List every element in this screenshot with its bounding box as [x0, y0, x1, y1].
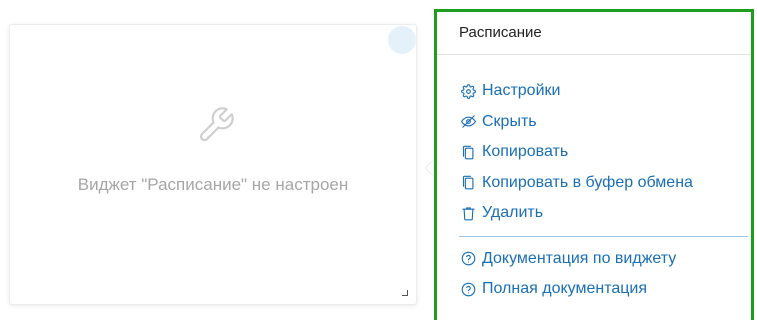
menu-item-delete[interactable]: Удалить	[437, 198, 751, 229]
menu-item-full-docs[interactable]: Полная документация	[437, 274, 751, 305]
menu-item-settings[interactable]: Настройки	[437, 76, 751, 107]
wrench-icon	[199, 107, 234, 142]
help-circle-icon	[460, 281, 476, 297]
menu-pointer-arrow	[426, 160, 434, 176]
menu-item-widget-docs[interactable]: Документация по виджету	[437, 244, 751, 275]
menu-item-copy-to-clipboard[interactable]: Копировать в буфер обмена	[437, 168, 751, 199]
menu-item-label: Скрыть	[482, 112, 537, 130]
menu-item-label: Документация по виджету	[482, 249, 677, 267]
trash-icon	[460, 205, 476, 221]
menu-title: Расписание	[437, 12, 751, 55]
menu-item-copy[interactable]: Копировать	[437, 137, 751, 168]
help-circle-icon	[460, 251, 476, 267]
menu-divider	[459, 235, 748, 237]
menu-item-label: Полная документация	[482, 280, 648, 298]
widget-menu-handle[interactable]	[388, 26, 416, 54]
copy-icon	[460, 144, 476, 160]
copy-icon	[460, 175, 476, 191]
menu-list: Настройки Скрыть Копировать Копировать в…	[437, 55, 751, 305]
menu-item-label: Удалить	[482, 204, 544, 222]
menu-item-label: Копировать	[482, 143, 569, 161]
menu-item-label: Копировать в буфер обмена	[482, 173, 693, 191]
menu-item-hide[interactable]: Скрыть	[437, 107, 751, 138]
eye-off-icon	[460, 114, 476, 130]
menu-item-label: Настройки	[482, 82, 561, 100]
workspace: Виджет "Расписание" не настроен Расписан…	[0, 0, 757, 320]
schedule-widget[interactable]: Виджет "Расписание" не настроен	[10, 25, 416, 304]
widget-not-configured-message: Виджет "Расписание" не настроен	[77, 175, 349, 194]
widget-context-menu: Расписание Настройки Скрыть Копировать К…	[434, 9, 754, 320]
gear-icon	[460, 83, 476, 99]
resize-handle[interactable]	[402, 290, 408, 296]
